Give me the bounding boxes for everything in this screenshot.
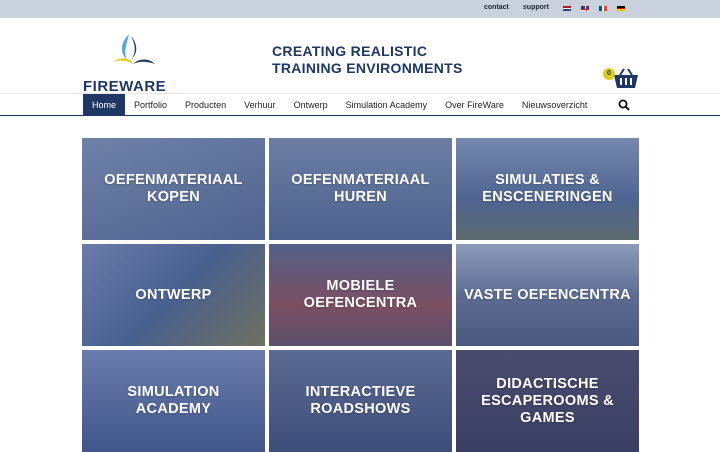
nav-item-nieuwsoverzicht[interactable]: Nieuwsoverzicht (513, 94, 597, 116)
tile-label: INTERACTIEVE ROADSHOWS (305, 384, 416, 417)
contact-link[interactable]: contact (484, 4, 509, 11)
support-link[interactable]: support (523, 4, 549, 11)
tile-simulaties-ensceneringen[interactable]: SIMULATIES & ENSCENERINGEN (456, 138, 639, 240)
tile-didactische-escaperooms-games[interactable]: DIDACTISCHE ESCAPEROOMS & GAMES (456, 350, 639, 452)
top-bar: contact support (0, 0, 720, 18)
header: FIREWARE CREATING REALISTIC TRAINING ENV… (0, 18, 720, 95)
basket-count-badge: 0 (603, 68, 615, 80)
fr-flag-icon[interactable] (598, 5, 608, 12)
language-switcher (562, 5, 626, 12)
main-navigation: Home Portfolio Producten Verhuur Ontwerp… (0, 93, 720, 116)
nav-item-producten[interactable]: Producten (176, 94, 235, 116)
nav-item-simulation-academy[interactable]: Simulation Academy (337, 94, 437, 116)
tile-label: OEFENMATERIAAL KOPEN (104, 172, 243, 205)
nav-list: Home Portfolio Producten Verhuur Ontwerp… (83, 94, 596, 116)
nav-item-home[interactable]: Home (83, 94, 126, 116)
tile-interactieve-roadshows[interactable]: INTERACTIEVE ROADSHOWS (269, 350, 452, 452)
tile-label: DIDACTISCHE ESCAPEROOMS & GAMES (481, 375, 614, 426)
tile-label: OEFENMATERIAAL HUREN (291, 172, 430, 205)
de-flag-icon[interactable] (616, 5, 626, 12)
tile-label: SIMULATIES & ENSCENERINGEN (482, 172, 613, 205)
nav-item-over-fireware[interactable]: Over FireWare (436, 94, 513, 116)
tile-simulation-academy[interactable]: SIMULATION ACADEMY (82, 350, 265, 452)
top-links: contact support (484, 4, 549, 11)
tagline: CREATING REALISTIC TRAINING ENVIRONMENTS (272, 43, 463, 77)
tile-grid: OEFENMATERIAAL KOPEN OEFENMATERIAAL HURE… (82, 138, 639, 452)
tagline-line-1: CREATING REALISTIC (272, 43, 428, 59)
tile-oefenmateriaal-kopen[interactable]: OEFENMATERIAAL KOPEN (82, 138, 265, 240)
nl-flag-icon[interactable] (562, 5, 572, 12)
tile-label: SIMULATION ACADEMY (127, 384, 220, 417)
search-icon[interactable] (618, 99, 630, 111)
tagline-line-2: TRAINING ENVIRONMENTS (272, 60, 463, 76)
tile-vaste-oefencentra[interactable]: VASTE OEFENCENTRA (456, 244, 639, 346)
nav-item-verhuur[interactable]: Verhuur (235, 94, 285, 116)
tile-ontwerp[interactable]: ONTWERP (82, 244, 265, 346)
tile-mobiele-oefencentra[interactable]: MOBIELE OEFENCENTRA (269, 244, 452, 346)
tile-oefenmateriaal-huren[interactable]: OEFENMATERIAAL HUREN (269, 138, 452, 240)
tile-label: ONTWERP (135, 286, 212, 303)
uk-flag-icon[interactable] (580, 5, 590, 12)
tile-label: VASTE OEFENCENTRA (464, 286, 631, 303)
tile-label: MOBIELE OEFENCENTRA (303, 278, 418, 311)
basket-icon[interactable] (612, 67, 640, 91)
nav-item-portfolio[interactable]: Portfolio (125, 94, 176, 116)
nav-item-ontwerp[interactable]: Ontwerp (285, 94, 337, 116)
